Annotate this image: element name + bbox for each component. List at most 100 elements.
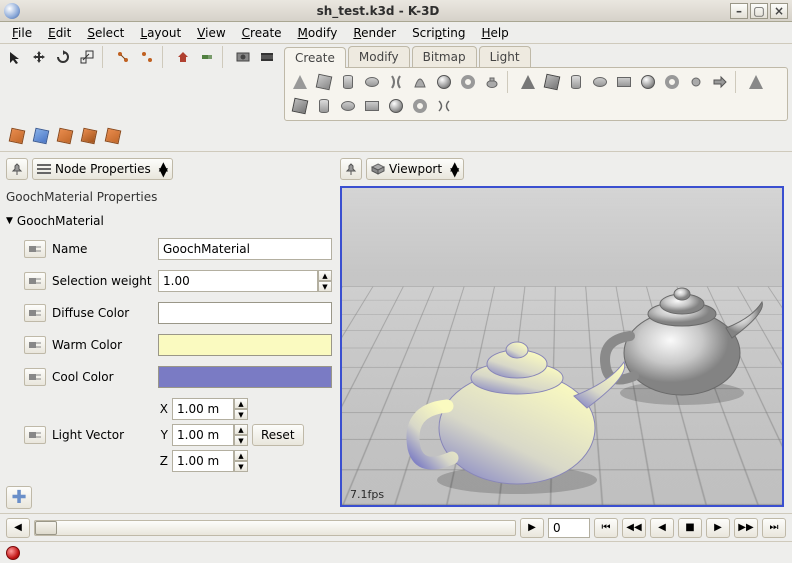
plug-cool[interactable]	[24, 368, 46, 386]
poly-sphere-icon[interactable]	[637, 71, 659, 93]
plug-warm[interactable]	[24, 336, 46, 354]
plug-diffuse[interactable]	[24, 304, 46, 322]
sel-face-icon[interactable]	[78, 125, 100, 147]
rotate-tool-icon[interactable]	[52, 46, 74, 68]
lvy-up[interactable]: ▲	[234, 424, 248, 435]
nurbs-cube-icon[interactable]	[289, 95, 311, 117]
timeline-track[interactable]	[34, 520, 516, 536]
menu-file[interactable]: File	[4, 24, 40, 42]
panel-type-selector[interactable]: Node Properties ▲▼	[32, 158, 173, 180]
menu-edit[interactable]: Edit	[40, 24, 79, 42]
nurbs-disk-icon[interactable]	[337, 95, 359, 117]
input-lightvec-y[interactable]	[172, 424, 234, 446]
step-back-icon[interactable]: ◀◀	[622, 518, 646, 538]
sel-vertex-icon[interactable]	[30, 125, 52, 147]
sel-object-icon[interactable]	[6, 125, 28, 147]
stop-icon[interactable]: ■	[678, 518, 702, 538]
swatch-warm[interactable]	[158, 334, 332, 356]
nurbs-sphere-icon[interactable]	[385, 95, 407, 117]
pin-left-icon[interactable]	[6, 158, 28, 180]
poly-cylinder-icon[interactable]	[565, 71, 587, 93]
reset-button[interactable]: Reset	[252, 424, 304, 446]
nurbs-hyper-icon[interactable]	[433, 95, 455, 117]
menu-layout[interactable]: Layout	[132, 24, 189, 42]
home-tool-icon[interactable]	[172, 46, 194, 68]
track-right-icon[interactable]: ▶	[520, 518, 544, 538]
poly-plane-icon[interactable]	[613, 71, 635, 93]
play-back-icon[interactable]: ◀	[650, 518, 674, 538]
plug-name[interactable]	[24, 240, 46, 258]
select-tool-icon[interactable]	[4, 46, 26, 68]
poly-disk-icon[interactable]	[589, 71, 611, 93]
plug-tool-icon[interactable]	[196, 46, 218, 68]
swatch-cool[interactable]	[158, 366, 332, 388]
poly-cone-icon[interactable]	[517, 71, 539, 93]
step-fwd-icon[interactable]: ▶▶	[734, 518, 758, 538]
menu-create[interactable]: Create	[234, 24, 290, 42]
prim-paraboloid-icon[interactable]	[409, 71, 431, 93]
timeline-handle[interactable]	[35, 521, 57, 535]
swatch-diffuse[interactable]	[158, 302, 332, 324]
sel-poly-icon[interactable]	[102, 125, 124, 147]
menu-render[interactable]: Render	[345, 24, 404, 42]
poly-cube-icon[interactable]	[541, 71, 563, 93]
plug-lightvec[interactable]	[24, 426, 46, 444]
move-tool-icon[interactable]	[28, 46, 50, 68]
prim-torus-icon[interactable]	[457, 71, 479, 93]
input-lightvec-x[interactable]	[172, 398, 234, 420]
record-button[interactable]	[6, 546, 20, 560]
selwt-up[interactable]: ▲	[318, 270, 332, 281]
nurbs-cylinder-icon[interactable]	[313, 95, 335, 117]
pin-right-icon[interactable]	[340, 158, 362, 180]
node-collapse-toggle[interactable]: ▼ GoochMaterial	[6, 214, 332, 228]
parent-tool-icon[interactable]	[112, 46, 134, 68]
prim-cone-icon[interactable]	[289, 71, 311, 93]
add-property-button[interactable]: ✚	[6, 486, 32, 509]
prim-cylinder-icon[interactable]	[337, 71, 359, 93]
poly-arrow-icon[interactable]	[709, 71, 731, 93]
lvz-dn[interactable]: ▼	[234, 461, 248, 472]
lvx-dn[interactable]: ▼	[234, 409, 248, 420]
tab-create[interactable]: Create	[284, 47, 346, 68]
poly-torus-icon[interactable]	[661, 71, 683, 93]
nurbs-plane-icon[interactable]	[361, 95, 383, 117]
selwt-down[interactable]: ▼	[318, 281, 332, 292]
maximize-button[interactable]: ▢	[750, 3, 768, 19]
input-name[interactable]	[158, 238, 332, 260]
render-frame-icon[interactable]	[232, 46, 254, 68]
play-icon[interactable]: ▶	[706, 518, 730, 538]
lvz-up[interactable]: ▲	[234, 450, 248, 461]
render-anim-icon[interactable]	[256, 46, 278, 68]
tab-light[interactable]: Light	[479, 46, 531, 67]
viewport-selector[interactable]: Viewport ▲▼	[366, 158, 464, 180]
input-selwt[interactable]	[158, 270, 318, 292]
lvy-dn[interactable]: ▼	[234, 435, 248, 446]
menu-select[interactable]: Select	[79, 24, 132, 42]
goto-start-icon[interactable]: ⏮	[594, 518, 618, 538]
prim-disk-icon[interactable]	[361, 71, 383, 93]
minimize-button[interactable]: –	[730, 3, 748, 19]
lvx-up[interactable]: ▲	[234, 398, 248, 409]
input-lightvec-z[interactable]	[172, 450, 234, 472]
prim-sphere-icon[interactable]	[433, 71, 455, 93]
menu-scripting[interactable]: Scripting	[404, 24, 473, 42]
poly-capsule-icon[interactable]	[685, 71, 707, 93]
goto-end-icon[interactable]: ⏭	[762, 518, 786, 538]
nurbs-torus-icon[interactable]	[409, 95, 431, 117]
prim-cube-icon[interactable]	[313, 71, 335, 93]
sel-edge-icon[interactable]	[54, 125, 76, 147]
prim-hyperboloid-icon[interactable]	[385, 71, 407, 93]
unparent-tool-icon[interactable]	[136, 46, 158, 68]
tab-bitmap[interactable]: Bitmap	[412, 46, 477, 67]
nurbs-cone-icon[interactable]	[745, 71, 767, 93]
prim-teapot-icon[interactable]	[481, 71, 503, 93]
tab-modify[interactable]: Modify	[348, 46, 410, 67]
menu-view[interactable]: View	[189, 24, 233, 42]
menu-modify[interactable]: Modify	[290, 24, 346, 42]
menu-help[interactable]: Help	[473, 24, 516, 42]
close-button[interactable]: ×	[770, 3, 788, 19]
track-left-icon[interactable]: ◀	[6, 518, 30, 538]
plug-selwt[interactable]	[24, 272, 46, 290]
viewport-3d[interactable]: 7.1fps	[340, 186, 784, 507]
frame-input[interactable]	[548, 518, 590, 538]
